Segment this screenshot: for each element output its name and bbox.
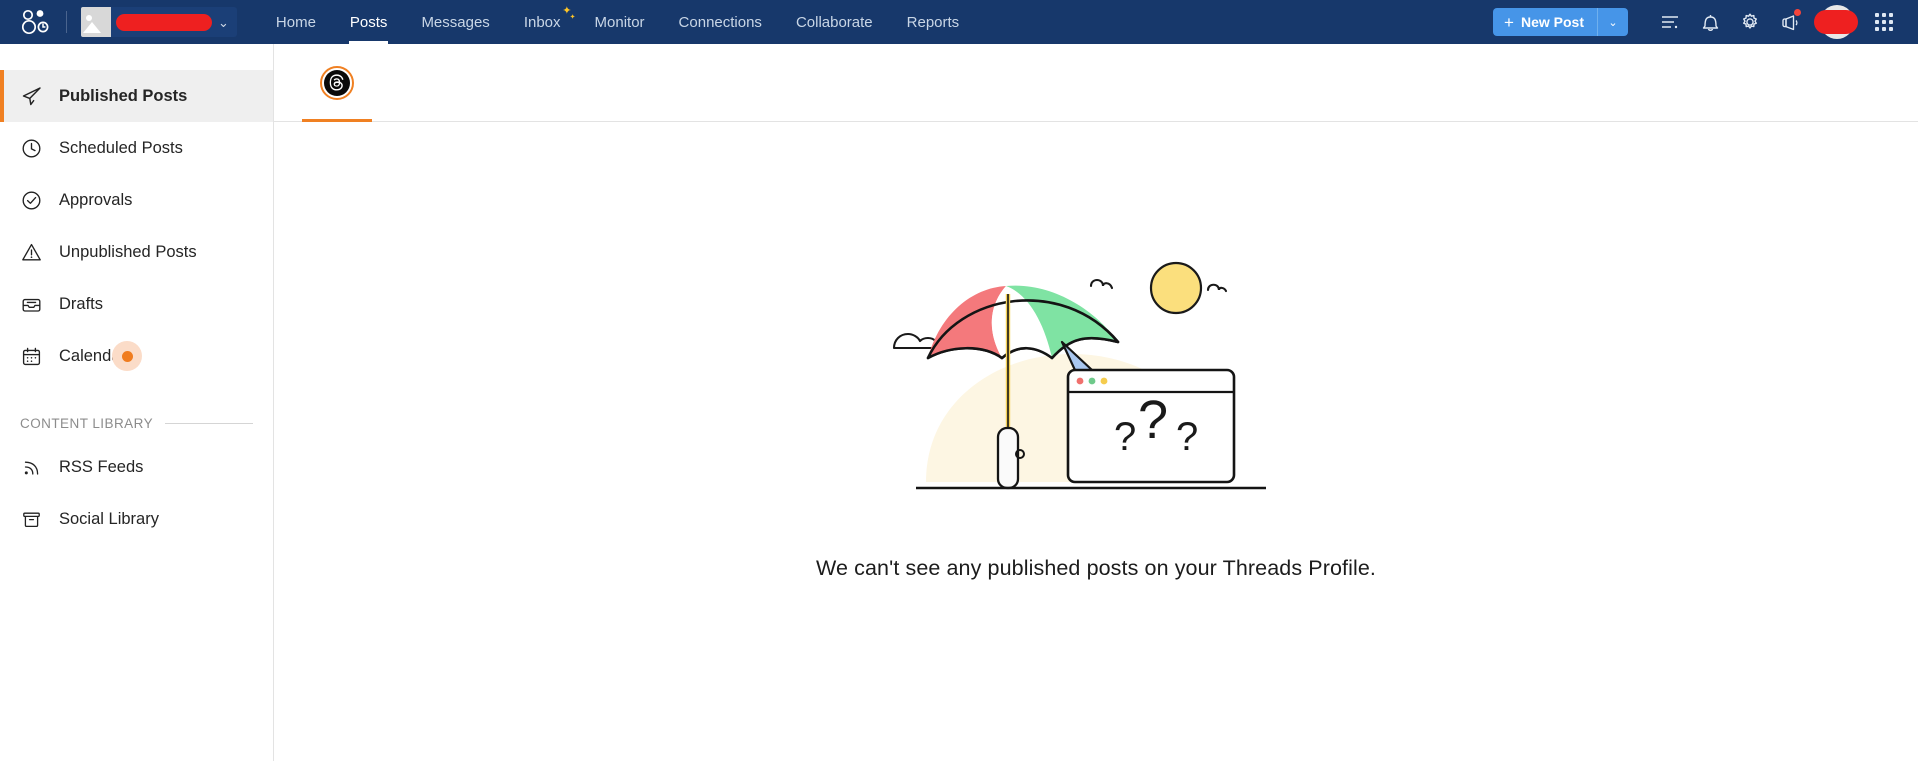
new-post-label: New Post bbox=[1520, 14, 1584, 30]
nav-link-home[interactable]: Home bbox=[259, 0, 333, 44]
nav-divider bbox=[66, 11, 67, 33]
nav-link-label: Collaborate bbox=[795, 13, 873, 31]
nav-link-label: Home bbox=[275, 13, 316, 31]
svg-text:?: ? bbox=[1138, 390, 1168, 450]
content-library-section-header: CONTENT LIBRARY bbox=[0, 382, 273, 431]
sprout-social-logo-icon[interactable] bbox=[18, 7, 52, 37]
sidebar-item-label: Social Library bbox=[59, 509, 159, 528]
sidebar-item-label: Approvals bbox=[59, 190, 133, 209]
nav-link-label: Reports bbox=[906, 13, 960, 31]
archive-box-icon bbox=[20, 508, 42, 530]
megaphone-announcements-icon[interactable] bbox=[1770, 0, 1810, 44]
main-content: ? ? ? We can't see any published posts o… bbox=[274, 44, 1918, 761]
nav-link-collaborate[interactable]: Collaborate bbox=[779, 0, 890, 44]
nav-link-label: Monitor bbox=[594, 13, 645, 31]
profile-name-redacted bbox=[116, 13, 212, 31]
calendar-icon bbox=[20, 345, 42, 367]
section-title: CONTENT LIBRARY bbox=[20, 416, 154, 431]
notifications-bell-icon[interactable] bbox=[1690, 0, 1730, 44]
sidebar-item-label: Drafts bbox=[59, 294, 104, 313]
nav-link-label: Connections bbox=[678, 13, 762, 31]
avatar-redaction bbox=[1814, 10, 1858, 34]
nav-link-monitor[interactable]: Monitor bbox=[578, 0, 662, 44]
chevron-down-icon: ⌄ bbox=[1608, 16, 1618, 29]
nav-link-inbox[interactable]: Inbox ✦ ✦ bbox=[507, 0, 578, 44]
svg-text:?: ? bbox=[1176, 415, 1198, 459]
nav-link-label: Messages bbox=[421, 13, 490, 31]
rss-feed-icon bbox=[20, 456, 42, 478]
primary-nav-links: Home Posts Messages Inbox ✦ ✦ Monitor Co… bbox=[259, 0, 976, 44]
drafts-tray-icon bbox=[20, 293, 42, 315]
profile-tab-bar bbox=[274, 44, 1918, 122]
empty-state-message: We can't see any published posts on your… bbox=[816, 556, 1376, 580]
nav-link-connections[interactable]: Connections bbox=[662, 0, 779, 44]
sidebar-item-approvals[interactable]: Approvals bbox=[0, 174, 273, 226]
threads-glyph bbox=[324, 69, 350, 96]
nav-link-label: Inbox bbox=[523, 13, 561, 31]
tab-threads-profile[interactable] bbox=[302, 44, 372, 122]
sidebar-item-label: RSS Feeds bbox=[59, 457, 144, 476]
paper-plane-icon bbox=[20, 85, 42, 107]
warning-triangle-icon bbox=[20, 241, 42, 263]
new-post-button-group: + New Post ⌄ bbox=[1493, 8, 1628, 36]
tasks-list-icon[interactable] bbox=[1650, 0, 1690, 44]
sidebar-navigation: Published Posts Scheduled Posts Approval… bbox=[0, 44, 274, 761]
svg-text:?: ? bbox=[1114, 415, 1136, 459]
section-divider bbox=[165, 423, 253, 424]
clock-icon bbox=[20, 137, 42, 159]
apps-grid-icon[interactable] bbox=[1864, 0, 1904, 44]
profile-selector[interactable]: ⌄ bbox=[81, 7, 237, 37]
sidebar-item-social-library[interactable]: Social Library bbox=[0, 493, 273, 545]
top-navigation-bar: ⌄ Home Posts Messages Inbox ✦ ✦ Monitor … bbox=[0, 0, 1918, 44]
chevron-down-icon: ⌄ bbox=[218, 14, 229, 30]
new-post-dropdown-button[interactable]: ⌄ bbox=[1597, 8, 1628, 36]
sidebar-item-unpublished-posts[interactable]: Unpublished Posts bbox=[0, 226, 273, 278]
check-circle-icon bbox=[20, 189, 42, 211]
sidebar-item-label: Unpublished Posts bbox=[59, 242, 197, 261]
ai-sparkle-small-icon: ✦ bbox=[569, 14, 576, 21]
sidebar-item-rss-feeds[interactable]: RSS Feeds bbox=[0, 441, 273, 493]
new-post-button[interactable]: + New Post bbox=[1493, 8, 1597, 36]
threads-logo-icon bbox=[320, 65, 354, 100]
image-placeholder-icon bbox=[81, 7, 111, 37]
nav-link-label: Posts bbox=[349, 13, 388, 31]
sidebar-item-label: Published Posts bbox=[59, 86, 188, 105]
sidebar-item-drafts[interactable]: Drafts bbox=[0, 278, 273, 330]
nav-link-posts[interactable]: Posts bbox=[333, 0, 405, 44]
nav-link-messages[interactable]: Messages bbox=[404, 0, 506, 44]
sidebar-item-scheduled-posts[interactable]: Scheduled Posts bbox=[0, 122, 273, 174]
nav-right-actions: + New Post ⌄ bbox=[1493, 0, 1904, 44]
page-body: Published Posts Scheduled Posts Approval… bbox=[0, 44, 1918, 761]
settings-gear-icon[interactable] bbox=[1730, 0, 1770, 44]
apps-grid-glyph bbox=[1875, 13, 1893, 31]
user-avatar[interactable] bbox=[1810, 0, 1864, 44]
umbrella-sun-browser-question-marks-illustration: ? ? ? bbox=[892, 261, 1266, 490]
sidebar-item-published-posts[interactable]: Published Posts bbox=[0, 70, 273, 122]
sidebar-item-label: Scheduled Posts bbox=[59, 138, 183, 157]
notification-badge-dot bbox=[1794, 9, 1801, 16]
nav-link-reports[interactable]: Reports bbox=[890, 0, 977, 44]
empty-state: ? ? ? We can't see any published posts o… bbox=[274, 122, 1918, 761]
sidebar-item-calendar[interactable]: Calendar bbox=[0, 330, 273, 382]
plus-icon: + bbox=[1504, 12, 1514, 32]
calendar-notification-dot bbox=[112, 341, 142, 371]
